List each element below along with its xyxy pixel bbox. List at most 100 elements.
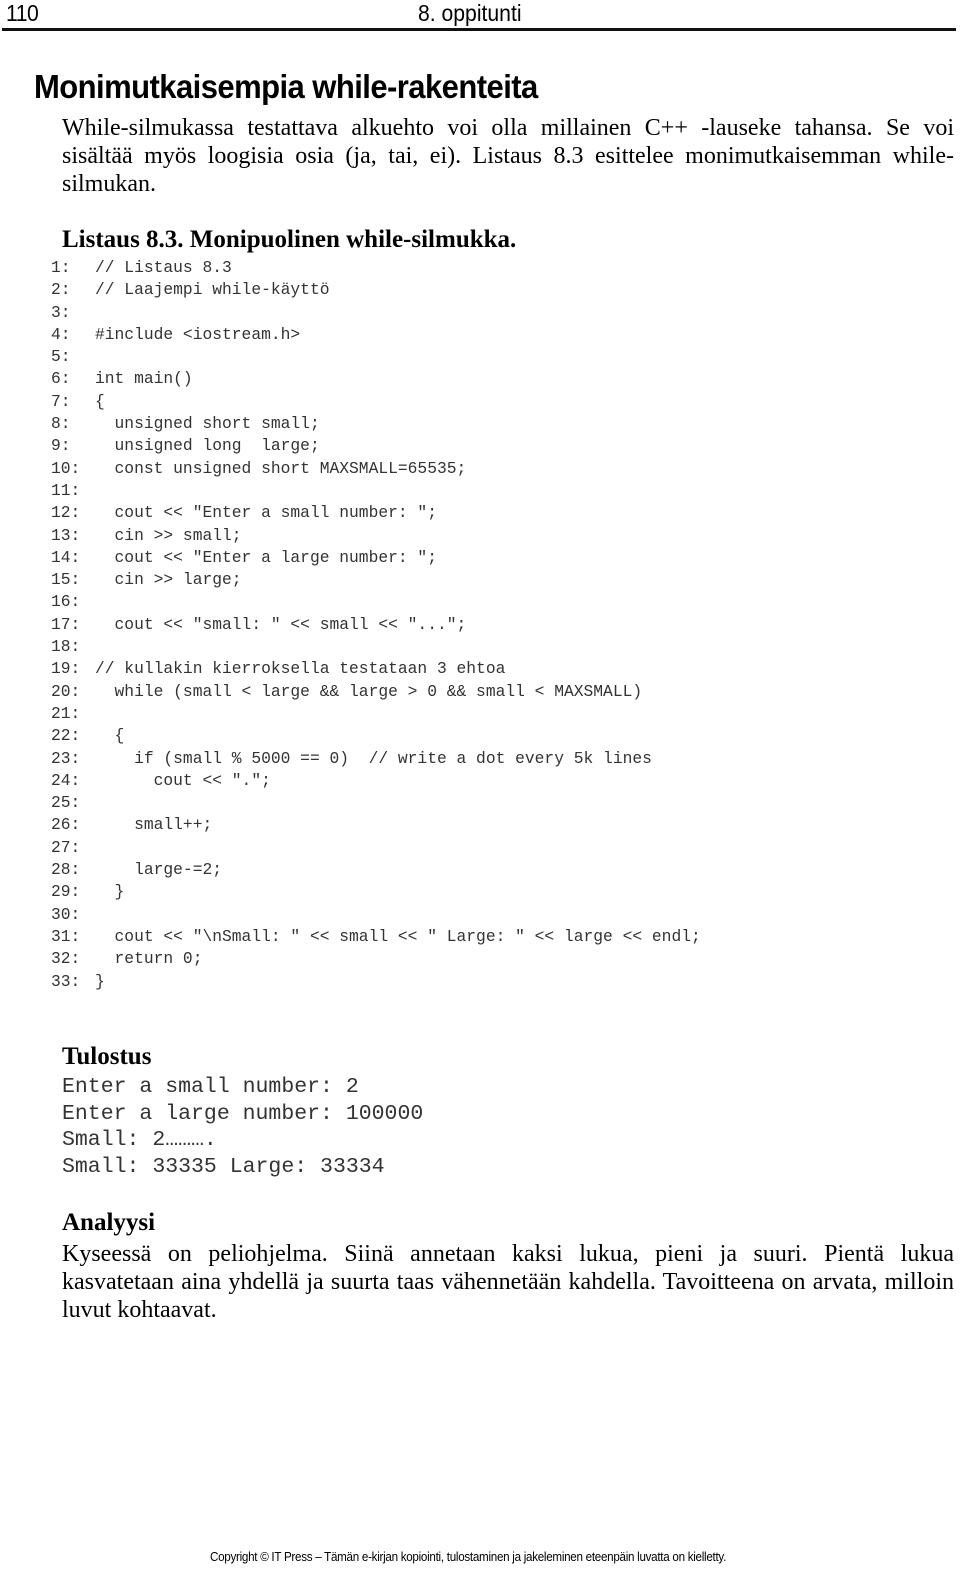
analysis-title: Analyysi: [62, 1209, 156, 1236]
code-line: 16:: [51, 591, 701, 613]
line-number: 11:: [51, 480, 81, 500]
code-line: 18:: [51, 636, 701, 658]
code-text: int main(): [95, 369, 193, 389]
code-line: 13: cin >> small;: [51, 525, 701, 547]
line-number: 1:: [51, 258, 71, 277]
line-number: 22:: [51, 726, 81, 746]
code-line: 19: // kullakin kierroksella testataan 3 …: [51, 658, 701, 680]
code-line: 8: unsigned short small;: [51, 413, 701, 435]
line-number: 32:: [51, 949, 81, 969]
code-line: 28: large-=2;: [51, 859, 701, 881]
code-line: 9: unsigned long large;: [51, 435, 701, 457]
code-text: while (small < large && large > 0 && sma…: [95, 681, 643, 701]
line-number: 29:: [51, 882, 81, 902]
line-number: 10:: [51, 458, 81, 478]
code-text: cout << "Enter a large number: ";: [95, 547, 437, 567]
page-header: 110 8. oppitunti: [0, 0, 960, 34]
listing-title: Listaus 8.3. Monipuolinen while-silmukka…: [62, 226, 517, 253]
line-number: 30:: [51, 904, 81, 924]
output-line: Enter a large number: 100000: [62, 1101, 424, 1126]
code-text: unsigned short small;: [95, 414, 320, 434]
code-text: // Listaus 8.3: [95, 258, 232, 277]
section-title: Monimutkaisempia while-rakenteita: [34, 68, 538, 105]
program-output: Enter a small number: 2 Enter a large num…: [62, 1074, 423, 1180]
line-number: 2:: [51, 280, 71, 300]
line-number: 33:: [51, 971, 81, 991]
line-number: 19:: [51, 659, 81, 679]
code-text: }: [95, 882, 125, 902]
line-number: 20:: [51, 681, 81, 701]
line-number: 31:: [51, 926, 81, 946]
code-text: {: [95, 391, 105, 411]
output-title: Tulostus: [62, 1043, 152, 1070]
line-number: 15:: [51, 570, 81, 590]
code-line: 26: small++;: [51, 814, 701, 836]
line-number: 17:: [51, 614, 81, 634]
code-line: 2: // Laajempi while-käyttö: [51, 279, 701, 301]
line-number: 21:: [51, 703, 81, 723]
line-number: 23:: [51, 748, 81, 768]
line-number: 5:: [51, 347, 71, 367]
code-line: 21:: [51, 703, 701, 725]
line-number: 24:: [51, 770, 81, 790]
code-text: cout << "small: " << small << "...";: [95, 614, 467, 634]
line-number: 8:: [51, 414, 71, 434]
code-line: 20: while (small < large && large > 0 &&…: [51, 681, 701, 703]
line-number: 6:: [51, 369, 71, 389]
code-line: 27:: [51, 837, 701, 859]
code-text: {: [95, 726, 125, 746]
code-line: 22: {: [51, 725, 701, 747]
code-line: 3:: [51, 302, 701, 324]
code-text: cin >> small;: [95, 525, 242, 545]
line-number: 3:: [51, 302, 71, 322]
header-rule: [2, 28, 956, 31]
output-line: Small: 33335 Large: 33334: [62, 1154, 385, 1179]
line-number: 27:: [51, 837, 81, 857]
line-number: 14:: [51, 547, 81, 567]
code-line: 7: {: [51, 391, 701, 413]
line-number: 13:: [51, 525, 81, 545]
line-number: 26:: [51, 815, 81, 835]
code-line: 31: cout << "\nSmall: " << small << " La…: [51, 926, 701, 948]
code-text: #include <iostream.h>: [95, 324, 301, 344]
line-number: 28:: [51, 860, 81, 880]
code-text: cout << ".";: [95, 770, 271, 790]
code-text: small++;: [95, 815, 213, 835]
code-line: 5:: [51, 346, 701, 368]
code-line: 24: cout << ".";: [51, 770, 701, 792]
output-line: Small: 2……….: [62, 1128, 217, 1153]
code-line: 11:: [51, 480, 701, 502]
code-text: large-=2;: [95, 860, 223, 880]
line-number: 12:: [51, 503, 81, 523]
code-listing: 1: // Listaus 8.3 2: // Laajempi while-käyt…: [51, 257, 701, 993]
code-line: 32: return 0;: [51, 948, 701, 970]
line-number: 16:: [51, 592, 81, 612]
intro-paragraph: While-silmukassa testattava alkuehto voi…: [62, 115, 954, 197]
line-number: 4:: [51, 324, 71, 344]
code-text: unsigned long large;: [95, 436, 320, 456]
code-text: if (small % 5000 == 0) // write a dot ev…: [95, 748, 652, 768]
code-text: return 0;: [95, 949, 203, 969]
code-line: 4: #include <iostream.h>: [51, 324, 701, 346]
copyright-footer: Copyright © IT Press – Tämän e-kirjan ko…: [210, 1550, 727, 1564]
code-line: 15: cin >> large;: [51, 569, 701, 591]
page-number: 110: [6, 0, 39, 26]
code-line: 14: cout << "Enter a large number: ";: [51, 547, 701, 569]
code-text: // kullakin kierroksella testataan 3 eht…: [95, 659, 506, 679]
code-line: 29: }: [51, 881, 701, 903]
code-line: 30:: [51, 904, 701, 926]
code-text: cout << "\nSmall: " << small << " Large:…: [95, 926, 701, 946]
output-line: Enter a small number: 2: [62, 1075, 359, 1099]
code-line: 12: cout << "Enter a small number: ";: [51, 502, 701, 524]
code-text: // Laajempi while-käyttö: [95, 280, 330, 300]
code-line: 10: const unsigned short MAXSMALL=65535;: [51, 458, 701, 480]
line-number: 25:: [51, 793, 81, 813]
code-line: 23: if (small % 5000 == 0) // write a do…: [51, 748, 701, 770]
line-number: 9:: [51, 436, 71, 456]
line-number: 18:: [51, 637, 81, 657]
chapter-title: 8. oppitunti: [418, 0, 522, 26]
code-line: 1: // Listaus 8.3: [51, 257, 701, 279]
analysis-paragraph: Kyseessä on peliohjelma. Siinä annetaan …: [62, 1241, 954, 1323]
code-line: 25:: [51, 792, 701, 814]
code-line: 33:}: [51, 971, 701, 993]
